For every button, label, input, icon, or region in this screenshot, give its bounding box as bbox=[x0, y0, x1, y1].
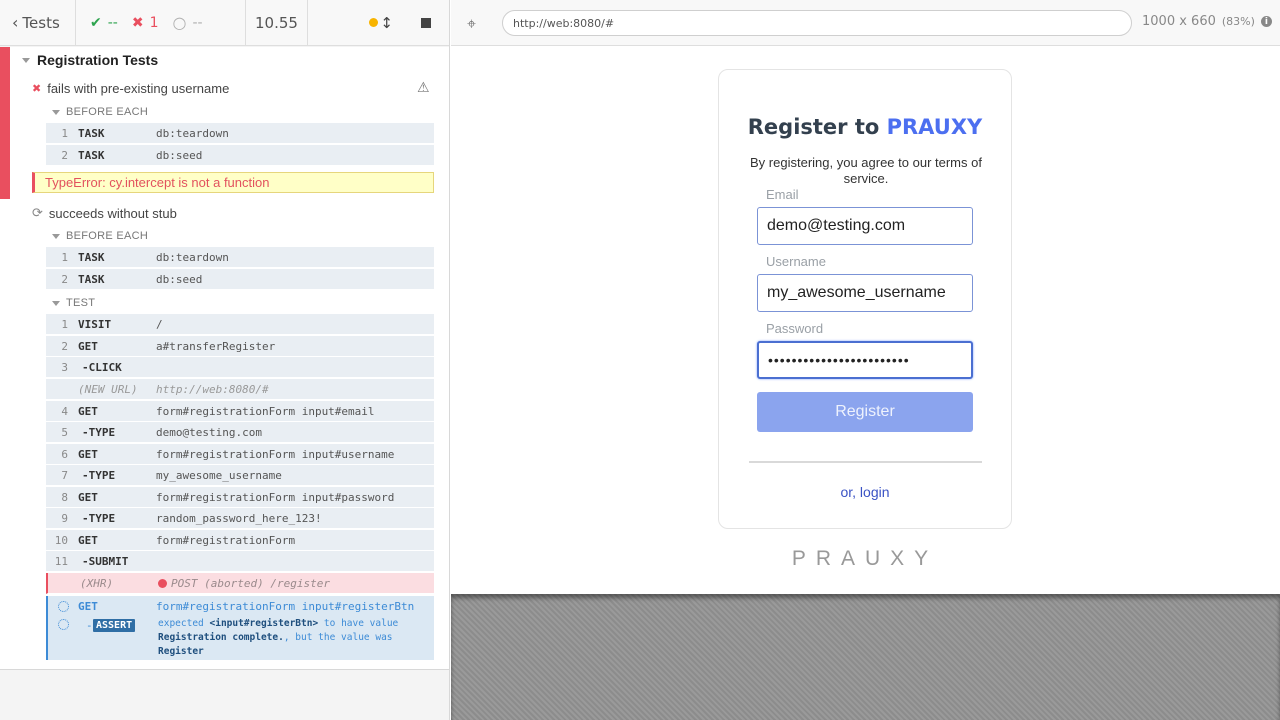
command-row[interactable]: 2 GET a#transferRegister bbox=[46, 336, 434, 357]
command-row[interactable]: 1 VISIT / bbox=[46, 314, 434, 335]
reporter-panel: ‹ Tests ✔ -- ✖ 1 ○ -- 10.55 ↕ Registrati… bbox=[0, 0, 450, 720]
login-link[interactable]: or, login bbox=[719, 484, 1011, 500]
hook-before-each[interactable]: BEFORE EACH bbox=[52, 230, 148, 242]
collapse-triangle-icon bbox=[22, 57, 30, 63]
run-controls: ↕ bbox=[308, 0, 449, 45]
username-label: Username bbox=[766, 254, 826, 269]
stop-icon[interactable] bbox=[421, 17, 431, 28]
command-row[interactable]: 1 TASK db:teardown bbox=[46, 123, 434, 144]
pending-stat: ○ -- bbox=[172, 13, 203, 32]
test-stats: ✔ -- ✖ 1 ○ -- bbox=[76, 0, 246, 45]
circle-icon: ○ bbox=[172, 13, 187, 32]
page-title: Register to PRAUXY bbox=[747, 115, 983, 139]
command-row-xhr[interactable]: (XHR) POST (aborted) /register bbox=[46, 573, 434, 594]
password-field[interactable]: •••••••••••••••••••••••• bbox=[757, 341, 973, 379]
reporter-footer bbox=[0, 671, 449, 720]
command-row[interactable]: 9 -TYPE random_password_here_123! bbox=[46, 508, 434, 529]
url-bar[interactable]: http://web:8080/# bbox=[502, 10, 1132, 36]
failed-stat: ✖ 1 bbox=[131, 14, 159, 31]
failure-indicator bbox=[0, 47, 10, 199]
runner-header: ⌖ http://web:8080/# 1000 x 660 (83%) i bbox=[451, 0, 1280, 46]
app-under-test: Register to PRAUXY By registering, you a… bbox=[451, 47, 1280, 594]
collapse-triangle-icon bbox=[52, 233, 60, 239]
command-row-new-url[interactable]: (NEW URL) http://web:8080/# bbox=[46, 379, 434, 400]
divider bbox=[749, 461, 982, 463]
command-row[interactable]: 10 GET form#registrationForm bbox=[46, 530, 434, 551]
pending-command-block[interactable]: GET form#registrationForm input#register… bbox=[46, 596, 434, 660]
error-message[interactable]: TypeError: cy.intercept is not a functio… bbox=[32, 172, 434, 193]
email-field[interactable]: demo@testing.com bbox=[757, 207, 973, 245]
assert-badge: ASSERT bbox=[93, 619, 136, 632]
crosshair-icon[interactable]: ⌖ bbox=[467, 14, 476, 34]
back-to-tests-button[interactable]: ‹ Tests bbox=[0, 0, 76, 45]
x-icon: ✖ bbox=[32, 83, 42, 95]
password-label: Password bbox=[766, 321, 824, 336]
hook-before-each[interactable]: BEFORE EACH bbox=[52, 106, 148, 118]
check-icon: ✔ bbox=[90, 14, 102, 31]
x-icon: ✖ bbox=[131, 14, 144, 31]
duration: 10.55 bbox=[246, 0, 308, 45]
collapse-triangle-icon bbox=[52, 109, 60, 115]
hook-test[interactable]: TEST bbox=[52, 297, 95, 309]
warning-icon[interactable]: ⚠ bbox=[417, 80, 430, 96]
arrows-vertical-icon: ↕ bbox=[380, 13, 393, 32]
refresh-icon: ⟳ bbox=[32, 205, 43, 220]
register-button[interactable]: Register bbox=[757, 392, 973, 432]
register-card: Register to PRAUXY By registering, you a… bbox=[718, 69, 1012, 529]
viewport-info[interactable]: 1000 x 660 (83%) i bbox=[1142, 14, 1272, 29]
prauxy-logo: PRAUXY bbox=[791, 547, 939, 570]
command-row[interactable]: 6 GET form#registrationForm input#userna… bbox=[46, 444, 434, 465]
reporter-header: ‹ Tests ✔ -- ✖ 1 ○ -- 10.55 ↕ bbox=[0, 0, 449, 46]
command-row[interactable]: 2 TASK db:seed bbox=[46, 269, 434, 290]
passed-stat: ✔ -- bbox=[90, 14, 118, 31]
email-label: Email bbox=[766, 187, 799, 202]
assertion-message: expected <input#registerBtn> to have val… bbox=[158, 618, 399, 657]
command-row[interactable]: 5 -TYPE demo@testing.com bbox=[46, 422, 434, 443]
test-succeeds-without-stub[interactable]: ⟳ succeeds without stub bbox=[32, 205, 177, 221]
command-row[interactable]: 2 TASK db:seed bbox=[46, 145, 434, 166]
auto-scroll-toggle[interactable]: ↕ bbox=[369, 14, 393, 32]
aborted-dot-icon bbox=[158, 578, 167, 588]
username-field[interactable]: my_awesome_username bbox=[757, 274, 973, 312]
command-row[interactable]: 11 -SUBMIT bbox=[46, 551, 434, 572]
command-row[interactable]: 1 TASK db:teardown bbox=[46, 247, 434, 268]
command-row[interactable]: 8 GET form#registrationForm input#passwo… bbox=[46, 487, 434, 508]
chevron-left-icon: ‹ bbox=[12, 13, 19, 32]
command-row[interactable]: 3 -CLICK bbox=[46, 357, 434, 378]
command-row[interactable]: 4 GET form#registrationForm input#email bbox=[46, 401, 434, 422]
suite-title[interactable]: Registration Tests bbox=[22, 52, 158, 68]
viewport-background bbox=[451, 594, 1280, 720]
info-icon: i bbox=[1260, 16, 1272, 27]
tests-label: Tests bbox=[22, 13, 60, 32]
running-indicator-icon bbox=[369, 18, 379, 27]
spinner-icon bbox=[58, 601, 69, 612]
command-row[interactable]: 7 -TYPE my_awesome_username bbox=[46, 465, 434, 486]
terms-text: By registering, you agree to our terms o… bbox=[750, 155, 982, 186]
spinner-icon bbox=[58, 619, 69, 630]
test-fails-with-pre-existing-username[interactable]: ✖ fails with pre-existing username bbox=[32, 81, 229, 96]
collapse-triangle-icon bbox=[52, 300, 60, 306]
reporter-body: Registration Tests ✖ fails with pre-exis… bbox=[0, 47, 449, 670]
